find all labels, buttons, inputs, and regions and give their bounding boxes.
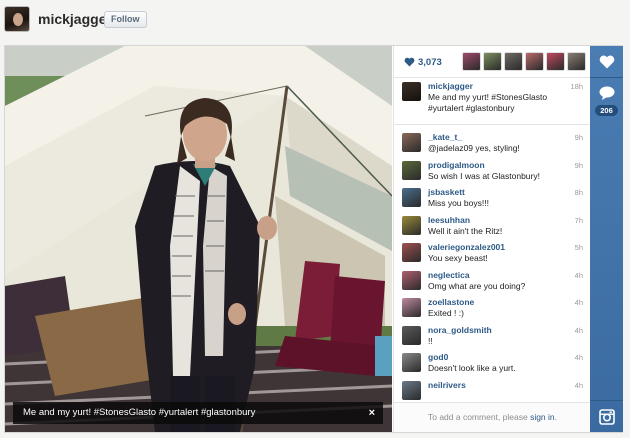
likes-count[interactable]: 3,073 <box>418 57 442 68</box>
comment-username[interactable]: leesuhhan <box>428 215 470 225</box>
comment-time: 18h <box>570 82 583 91</box>
comment-item: neglectica Omg what are you doing? 4h <box>394 268 591 295</box>
liker-avatar[interactable] <box>462 52 481 71</box>
comment-time: 9h <box>574 160 583 170</box>
avatar[interactable] <box>402 188 421 207</box>
avatar[interactable] <box>402 160 421 180</box>
comment-signin-prompt: To add a comment, please sign in. <box>394 402 591 432</box>
comment-username[interactable]: neilrivers <box>428 380 466 390</box>
comment-text: You sexy beast! <box>428 253 488 263</box>
comment-item: god0 Doesn't look like a yurt. 4h <box>394 350 591 377</box>
liker-avatar[interactable] <box>525 52 544 71</box>
comment-username[interactable]: mickjagger <box>428 81 473 91</box>
comment-time: 9h <box>574 133 583 142</box>
comment-time: 4h <box>574 298 583 307</box>
avatar[interactable] <box>402 82 421 101</box>
liker-avatar[interactable] <box>504 52 523 71</box>
comment-text: Exited ! :) <box>428 308 464 318</box>
profile-header: mickjagger Follow <box>0 0 630 40</box>
close-icon[interactable]: × <box>369 402 375 424</box>
comment-username[interactable]: god0 <box>428 352 448 362</box>
instagram-camera-icon <box>599 409 615 425</box>
follow-button[interactable]: Follow <box>104 11 147 28</box>
sign-in-link[interactable]: sign in <box>530 412 555 422</box>
comment-username[interactable]: _kate_t_ <box>428 132 462 142</box>
comment-time: 8h <box>574 188 583 197</box>
comment-item: _kate_t_ @jadelaz09 yes, styling! 9h <box>394 130 591 157</box>
comment-item: prodigalmoon So wish I was at Glastonbury… <box>394 158 591 185</box>
comments-feed[interactable]: mickjagger Me and my yurt! #StonesGlasto… <box>394 79 591 401</box>
avatar[interactable] <box>402 353 421 372</box>
avatar[interactable] <box>402 298 421 317</box>
avatar[interactable] <box>402 133 421 152</box>
comment-text: Omg what are you doing? <box>428 280 526 291</box>
post-photo[interactable]: Me and my yurt! #StonesGlasto #yurtalert… <box>5 46 392 432</box>
liker-avatar[interactable] <box>567 52 586 71</box>
comment-time: 7h <box>574 215 583 225</box>
comment-username[interactable]: prodigalmoon <box>428 160 485 170</box>
comment-time: 4h <box>574 380 583 390</box>
avatar[interactable] <box>402 270 421 290</box>
caption-overlay-text: Me and my yurt! #StonesGlasto #yurtalert… <box>23 407 256 418</box>
comment-username[interactable]: nora_goldsmith <box>428 325 492 335</box>
likes-row: 3,073 <box>394 46 591 78</box>
avatar[interactable] <box>402 380 421 400</box>
comment-text: So wish I was at Glastonbury! <box>428 170 540 181</box>
comment-text: !! <box>428 335 433 346</box>
comment-username[interactable]: zoellastone <box>428 297 474 307</box>
comment-username[interactable]: neglectica <box>428 270 470 280</box>
comment-username[interactable]: jsbaskett <box>428 187 465 197</box>
instagram-logo-button[interactable] <box>590 400 623 432</box>
comment-time: 4h <box>574 325 583 335</box>
comments-panel: 3,073 mickjagger Me and my yurt! #Stones… <box>393 46 591 432</box>
comment-text: Doesn't look like a yurt. <box>428 363 516 373</box>
liker-avatar[interactable] <box>483 52 502 71</box>
action-sidebar: 206 <box>590 46 623 432</box>
avatar[interactable] <box>4 6 30 32</box>
owner-comment: mickjagger Me and my yurt! #StonesGlasto… <box>394 79 591 125</box>
comment-item: neilrivers 4h <box>394 378 591 402</box>
comment-item: valeriegonzalez001 You sexy beast! 5h <box>394 240 591 267</box>
comment-username[interactable]: valeriegonzalez001 <box>428 242 505 252</box>
comment-time: 4h <box>574 270 583 280</box>
like-button[interactable] <box>590 46 623 78</box>
speech-bubble-icon <box>599 86 615 100</box>
comment-button[interactable]: 206 <box>590 79 623 119</box>
avatar[interactable] <box>402 243 421 262</box>
comment-item: leesuhhan Well it ain't the Ritz! 7h <box>394 213 591 240</box>
comment-text: Miss you boys!!! <box>428 198 489 208</box>
comment-time: 5h <box>574 243 583 252</box>
comment-item: nora_goldsmith!! 4h <box>394 323 591 350</box>
comment-prompt-text: To add a comment, please <box>427 412 528 422</box>
post-card: Me and my yurt! #StonesGlasto #yurtalert… <box>4 45 623 433</box>
avatar[interactable] <box>402 215 421 235</box>
comment-item: jsbaskett Miss you boys!!! 8h <box>394 185 591 212</box>
heart-icon <box>599 55 615 69</box>
username[interactable]: mickjagger <box>38 11 112 27</box>
comment-prompt-suffix: . <box>554 412 558 422</box>
photo-caption-overlay: Me and my yurt! #StonesGlasto #yurtalert… <box>13 402 383 424</box>
comment-item: zoellastone Exited ! :) 4h <box>394 295 591 322</box>
comment-time: 4h <box>574 353 583 362</box>
liker-avatar[interactable] <box>546 52 565 71</box>
comment-count-badge: 206 <box>595 105 618 116</box>
comment-text: Me and my yurt! #StonesGlasto #yurtalert… <box>428 92 548 113</box>
comment-text: @jadelaz09 yes, styling! <box>428 143 520 153</box>
comment-text: Well it ain't the Ritz! <box>428 225 503 236</box>
heart-icon <box>404 57 415 67</box>
avatar[interactable] <box>402 325 421 345</box>
